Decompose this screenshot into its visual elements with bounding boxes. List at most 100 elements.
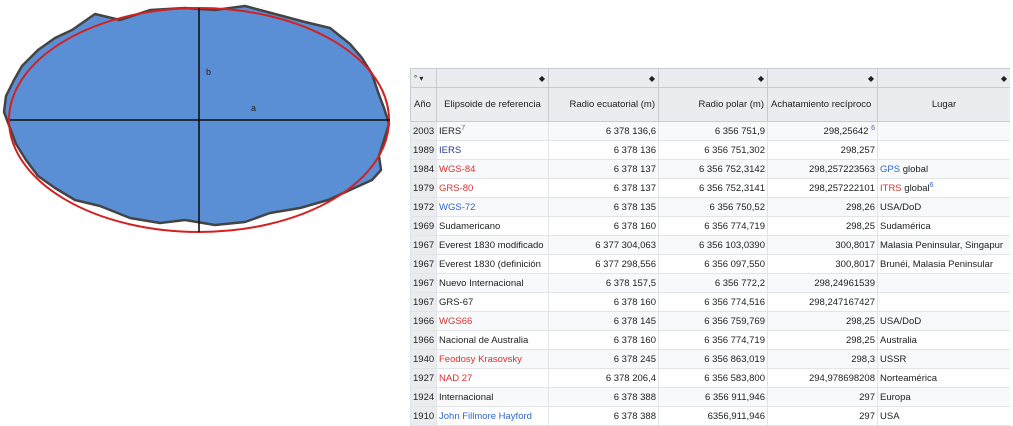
header-ellipsoid[interactable]: Elipsoide de referencia: [436, 87, 549, 122]
sort-menu-button[interactable]: ° ▾: [410, 68, 437, 88]
place-text: USA: [880, 410, 900, 422]
cell-year: 1966: [410, 311, 437, 331]
cell-place: USA/DoD: [877, 197, 1010, 217]
place-text: USA/DoD: [880, 201, 922, 213]
cell-year: 1969: [410, 216, 437, 236]
reference-link[interactable]: 6: [871, 124, 875, 131]
header-place[interactable]: Lugar: [877, 87, 1010, 122]
cell-ellipsoid: Nacional de Australia: [436, 330, 549, 350]
ellipsoid-link[interactable]: GRS-80: [439, 183, 473, 194]
cell-flattening: 298,257223563: [767, 159, 878, 179]
sort-ellipsoid-button[interactable]: ◆: [436, 68, 549, 88]
cell-ellipsoid: NAD 27: [436, 368, 549, 388]
cell-ellipsoid: Feodosy Krasovsky: [436, 349, 549, 369]
cell-polar-radius: 6 356 774,719: [658, 330, 768, 350]
table-row: 1979 GRS-80 6 378 137 6 356 752,3141 298,257…: [410, 178, 1010, 198]
reference-link[interactable]: 7: [461, 124, 465, 131]
cell-ellipsoid: GRS-67: [436, 292, 549, 312]
cell-flattening: 298,25642 6: [767, 121, 878, 141]
header-equatorial-radius[interactable]: Radio ecuatorial (m): [548, 87, 659, 122]
ellipsoid-link[interactable]: IERS: [439, 145, 461, 156]
cell-equatorial-radius: 6 377 304,063: [548, 235, 659, 255]
ellipsoid-link[interactable]: NAD 27: [439, 373, 472, 384]
cell-ellipsoid: IERS7: [436, 121, 549, 141]
cell-equatorial-radius: 6 378 136,6: [548, 121, 659, 141]
ellipsoid-name: Sudamericano: [439, 220, 501, 232]
cell-equatorial-radius: 6 378 137: [548, 159, 659, 179]
sort-equatorial-button[interactable]: ◆: [548, 68, 659, 88]
sort-icon: ◆: [757, 73, 764, 83]
header-polar-radius[interactable]: Radio polar (m): [658, 87, 768, 122]
cell-place: Australia: [877, 330, 1010, 350]
ellipsoid-link[interactable]: Feodosy Krasovsky: [439, 354, 522, 365]
table-row: 1967 Everest 1830 modificado 6 377 304,063…: [410, 235, 1010, 255]
cell-year: 1989: [410, 140, 437, 160]
cell-ellipsoid: IERS: [436, 140, 549, 160]
table-body: 2003 IERS7 6 378 136,6 6 356 751,9 298,25642…: [410, 121, 1010, 426]
table-row: 1940 Feodosy Krasovsky 6 378 245 6 356 863,…: [410, 349, 1010, 369]
table-row: 1924 Internacional 6 378 388 6 356 911,946 2…: [410, 387, 1010, 407]
ellipsoid-link[interactable]: WGS66: [439, 316, 472, 327]
ellipsoid-diagram: b a: [2, 4, 391, 233]
cell-equatorial-radius: 6 378 388: [548, 387, 659, 407]
header-flattening[interactable]: Achatamiento recíproco: [767, 87, 878, 122]
ellipsoid-link[interactable]: WGS-72: [439, 202, 475, 213]
flattening-value: 298,25: [845, 315, 875, 327]
cell-polar-radius: 6 356 774,719: [658, 216, 768, 236]
place-text: global: [901, 182, 930, 194]
cell-place: Malasia Peninsular, Singapur: [877, 235, 1010, 255]
cell-ellipsoid: Everest 1830 (definición: [436, 254, 549, 274]
cell-place: GPS global: [877, 159, 1010, 179]
cell-year: 1979: [410, 178, 437, 198]
place-text: Malasia Peninsular, Singapur: [880, 239, 1004, 251]
ellipsoid-name: Everest 1830 modificado: [439, 239, 544, 251]
cell-place: Norteamérica: [877, 368, 1010, 388]
place-text: Norteamérica: [880, 372, 938, 384]
flattening-value: 298,3: [851, 353, 875, 365]
cell-polar-radius: 6 356 911,946: [658, 387, 768, 407]
sort-icon: ◆: [648, 73, 655, 83]
ellipsoid-link[interactable]: John Fillmore Hayford: [439, 411, 532, 422]
cell-place: Europa: [877, 387, 1010, 407]
flattening-value: 294,978698208: [808, 372, 875, 384]
cell-polar-radius: 6 356 752,3141: [658, 178, 768, 198]
cell-ellipsoid: Internacional: [436, 387, 549, 407]
cell-ellipsoid: WGS66: [436, 311, 549, 331]
place-text: Sudamérica: [880, 220, 931, 232]
cell-polar-radius: 6 356 097,550: [658, 254, 768, 274]
sort-polar-button[interactable]: ◆: [658, 68, 768, 88]
flattening-value: 298,24961539: [814, 277, 875, 289]
cell-flattening: 297: [767, 387, 878, 407]
cell-equatorial-radius: 6 378 160: [548, 292, 659, 312]
cell-flattening: 294,978698208: [767, 368, 878, 388]
cell-ellipsoid: Nuevo Internacional: [436, 273, 549, 293]
cell-year: 1984: [410, 159, 437, 179]
cell-flattening: 300,8017: [767, 254, 878, 274]
place-link[interactable]: GPS: [880, 164, 900, 175]
cell-place: USA/DoD: [877, 311, 1010, 331]
cell-year: 1927: [410, 368, 437, 388]
cell-year: 2003: [410, 121, 437, 141]
cell-equatorial-radius: 6 378 206,4: [548, 368, 659, 388]
ellipsoid-link[interactable]: WGS-84: [439, 164, 475, 175]
cell-year: 1967: [410, 273, 437, 293]
table-row: 1972 WGS-72 6 378 135 6 356 750,52 298,26 USA…: [410, 197, 1010, 217]
cell-ellipsoid: WGS-72: [436, 197, 549, 217]
flattening-value: 300,8017: [835, 258, 875, 270]
ellipsoid-table-container: ° ▾ ◆ ◆ ◆ ◆ ◆ Año Elipsoide de referenci…: [410, 68, 1010, 426]
place-text: Brunéi, Malasia Peninsular: [880, 258, 994, 270]
cell-flattening: 298,3: [767, 349, 878, 369]
cell-year: 1967: [410, 235, 437, 255]
cell-year: 1940: [410, 349, 437, 369]
cell-flattening: 298,247167427: [767, 292, 878, 312]
place-link[interactable]: ITRS: [880, 183, 902, 194]
ellipsoid-name: Internacional: [439, 391, 494, 403]
flattening-value: 297: [859, 391, 875, 403]
sort-place-button[interactable]: ◆: [877, 68, 1010, 88]
reference-link[interactable]: 6: [930, 181, 934, 188]
flattening-value: 300,8017: [835, 239, 875, 251]
sort-flattening-button[interactable]: ◆: [767, 68, 878, 88]
table-row: 1927 NAD 27 6 378 206,4 6 356 583,800 294,97…: [410, 368, 1010, 388]
header-year[interactable]: Año: [410, 87, 437, 122]
flattening-value: 297: [859, 410, 875, 422]
